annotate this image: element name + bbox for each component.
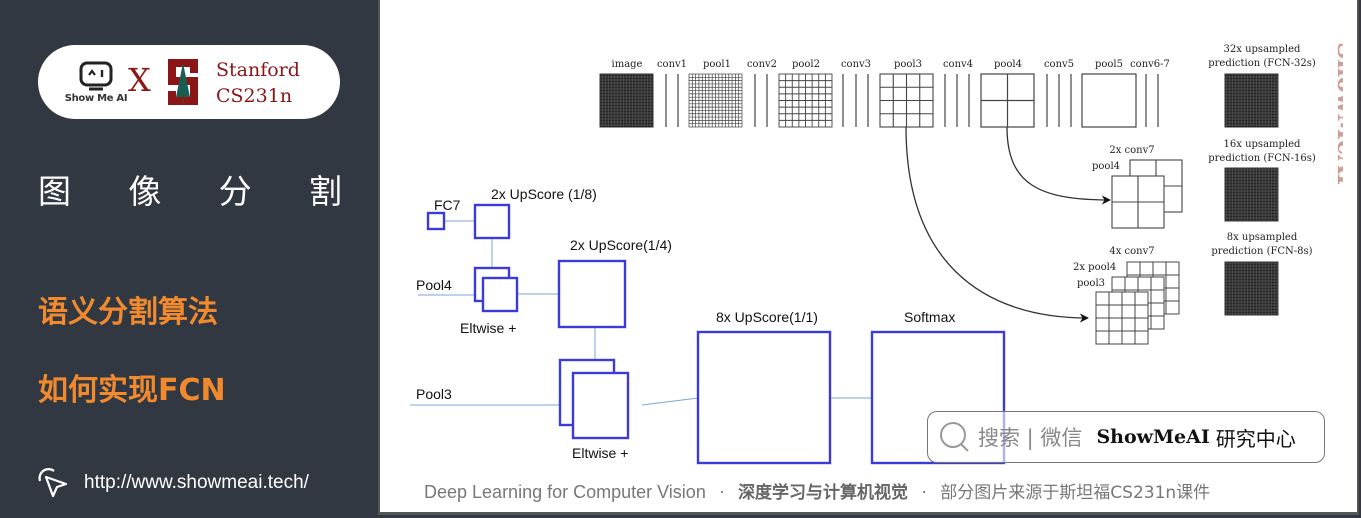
stanford-tree-icon [168,59,198,105]
fusion8-sub1: 2x pool4 [1073,262,1116,273]
upscore3-box [696,330,832,465]
stage-label: pool2 [792,59,820,70]
cursor-click-icon [38,468,68,498]
section-title-char: 像 [128,172,162,211]
topic-line-1: 语义分割算法 [38,295,218,330]
pool3-block [879,73,934,128]
upscore3-label: 8x UpScore(1/1) [716,309,818,325]
footer-caption: Deep Learning for Computer Vision · 深度学习… [424,478,1210,503]
stage-label: pool3 [894,59,922,70]
partner-line1: Stanford [216,59,300,81]
upscore1-box [473,203,511,240]
search-placeholder: 搜索 | 微信 [978,426,1083,450]
conv6-7-block [1145,74,1159,127]
website-url[interactable]: http://www.showmeai.tech/ [84,472,309,494]
fc7-label: FC7 [434,197,461,213]
pool1-block [688,73,743,128]
fcn8-output [1224,261,1279,316]
fusion16-grids [1111,159,1183,229]
fcn16-output [1224,167,1279,222]
footer-en: Deep Learning for Computer Vision [424,482,706,502]
upscore2-label: 2x UpScore(1/4) [570,237,672,253]
conv1-block [665,74,679,127]
showmeai-logo-label: Show Me AI [64,93,128,104]
conv4-block [944,74,970,127]
section-title-char: 割 [308,172,342,211]
website-link[interactable]: http://www.showmeai.tech/ [36,467,309,499]
upscore1-label: 2x UpScore (1/8) [491,186,597,202]
search-icon [940,422,969,452]
stage-label: pool4 [994,59,1022,70]
eltwise2-label: Eltwise + [572,445,628,461]
prediction-label-line2: prediction (FCN-32s) [1208,58,1316,69]
footer-cn-title: 深度学习与计算机视觉 [738,483,909,503]
conv2-block [754,74,768,127]
watermark-text: ShowMeAI [1332,42,1343,185]
stage-label: conv6-7 [1130,59,1170,70]
stage-label: conv5 [1044,59,1074,70]
eltwise2-box-front [571,371,630,440]
prediction-label-line2: prediction (FCN-8s) [1211,246,1312,257]
pool2-block [778,73,833,128]
slide-canvas: image conv1 pool1 conv2 pool2 conv3 pool… [378,0,1359,515]
partner-name: Stanford CS231n [216,57,300,109]
pool4-block [980,73,1035,128]
stage-label: conv3 [841,59,871,70]
fusion8-title: 4x conv7 [1109,246,1154,257]
image-block [599,73,654,128]
stage-label: pool5 [1095,59,1123,70]
pool3-label: Pool3 [416,386,452,402]
section-title-char: 图 [38,172,71,211]
footer-note: 部分图片来源于斯坦福CS231n课件 [940,483,1211,503]
upscore2-box [557,259,627,329]
fusion16-sub: pool4 [1092,161,1120,172]
conv3-block [842,74,869,127]
fusion16-title: 2x conv7 [1109,145,1154,156]
wechat-search-box[interactable]: 搜索 | 微信 ShowMeAI 研究中心 [927,411,1325,463]
search-brand-cn: 研究中心 [1215,426,1296,451]
stage-label: conv4 [943,59,973,70]
logo-banner: Show Me AI X Stanford CS231n [38,45,340,119]
stage-label: conv1 [657,59,687,70]
conv5-block [1046,74,1072,127]
stage-label: pool1 [703,59,731,70]
stage-label: image [612,59,643,70]
pool3-skip-arrow [905,126,1089,323]
eltwise1-box-front [481,276,519,313]
sidebar: Show Me AI X Stanford CS231n 图 像 分 割 语义分… [0,0,378,518]
fusion8-sub2: pool3 [1077,278,1105,289]
section-title: 图 像 分 割 [38,165,342,213]
stage-label: conv2 [747,59,777,70]
footer-sep: · [719,483,725,503]
prediction-label-line1: 32x upsampled [1224,44,1301,55]
section-title-char: 分 [218,172,252,211]
softmax-label: Softmax [904,309,955,325]
prediction-label-line2: prediction (FCN-16s) [1208,153,1316,164]
collab-cross: X [128,61,151,99]
partner-line2: CS231n [216,85,293,107]
prediction-label-line1: 16x upsampled [1224,139,1301,150]
footer-sep: · [921,483,927,503]
pool5-block [1081,73,1137,128]
topic-line-2: 如何实现FCN [38,373,226,408]
fusion8-grids [1095,261,1180,345]
prediction-label-line1: 8x upsampled [1227,232,1298,243]
eltwise1-label: Eltwise + [460,320,516,336]
showmeai-watermark: ShowMeAI [1332,42,1343,185]
pool4-label: Pool4 [416,277,452,293]
search-brand: ShowMeAI [1096,426,1210,448]
fc7-box [426,211,446,231]
fcn32-output [1224,73,1279,128]
